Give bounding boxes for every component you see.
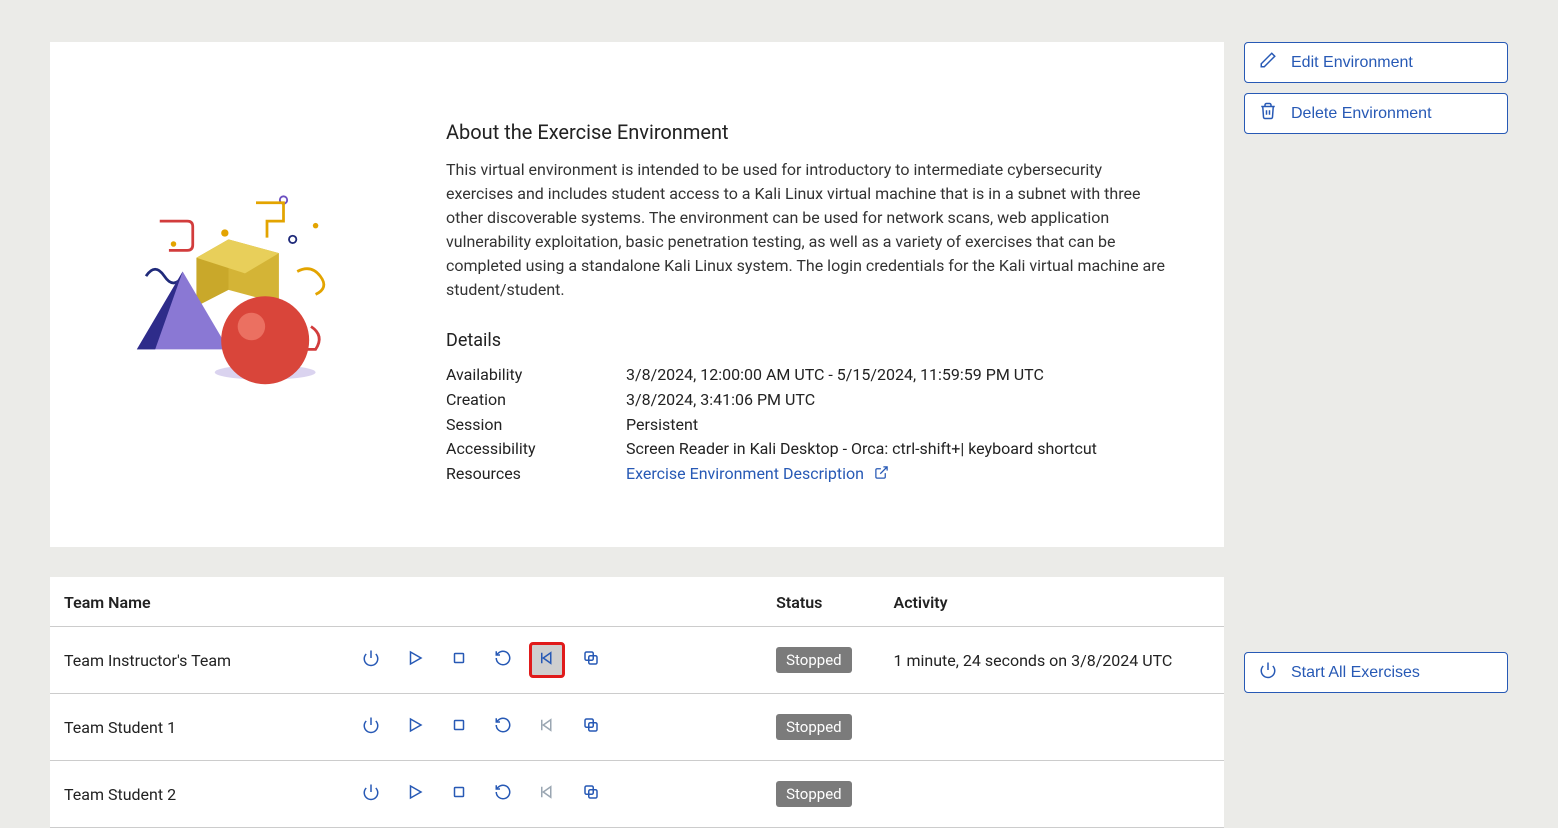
reset-button — [530, 710, 564, 744]
power-icon — [362, 716, 380, 738]
row-actions-cell — [344, 627, 767, 694]
status-cell: Stopped — [766, 694, 883, 761]
restart-icon — [494, 783, 512, 805]
team-name-cell: Team Instructor's Team — [50, 627, 344, 694]
restart-button[interactable] — [486, 710, 520, 744]
team-name-cell: Team Student 2 — [50, 761, 344, 828]
power-icon — [1259, 661, 1277, 684]
about-heading: About the Exercise Environment — [446, 120, 1168, 144]
status-cell: Stopped — [766, 627, 883, 694]
stop-button[interactable] — [442, 710, 476, 744]
stop-button[interactable] — [442, 643, 476, 677]
details-heading: Details — [446, 330, 1168, 351]
status-cell: Stopped — [766, 761, 883, 828]
detail-label: Availability — [446, 363, 626, 388]
status-badge: Stopped — [776, 714, 851, 740]
row-actions-cell — [344, 694, 767, 761]
resources-link-text: Exercise Environment Description — [626, 464, 864, 483]
detail-row-session: Session Persistent — [446, 413, 1168, 438]
teams-table-card: Team Name Status Activity Team Instructo… — [50, 577, 1224, 828]
activity-cell — [884, 694, 1224, 761]
power-button[interactable] — [354, 643, 388, 677]
detail-row-creation: Creation 3/8/2024, 3:41:06 PM UTC — [446, 388, 1168, 413]
external-link-icon — [874, 463, 889, 488]
edit-environment-button[interactable]: Edit Environment — [1244, 42, 1508, 83]
table-row: Team Instructor's Team Stopped 1 minute, 2… — [50, 627, 1224, 694]
restart-button[interactable] — [486, 777, 520, 811]
copy-icon — [582, 716, 600, 738]
power-icon — [362, 783, 380, 805]
about-card: About the Exercise Environment This virt… — [50, 42, 1224, 547]
col-actions — [344, 577, 767, 627]
pencil-icon — [1259, 51, 1277, 74]
skip-back-icon — [538, 783, 556, 805]
play-button[interactable] — [398, 710, 432, 744]
restart-icon — [494, 649, 512, 671]
detail-label: Resources — [446, 462, 626, 487]
restart-icon — [494, 716, 512, 738]
table-row: Team Student 2 Stopped — [50, 761, 1224, 828]
detail-row-availability: Availability 3/8/2024, 12:00:00 AM UTC -… — [446, 363, 1168, 388]
detail-label: Creation — [446, 388, 626, 413]
col-status: Status — [766, 577, 883, 627]
status-badge: Stopped — [776, 647, 851, 673]
detail-row-resources: Resources Exercise Environment Descripti… — [446, 462, 1168, 487]
delete-environment-label: Delete Environment — [1291, 105, 1432, 123]
delete-environment-button[interactable]: Delete Environment — [1244, 93, 1508, 134]
stop-icon — [450, 649, 468, 671]
detail-label: Session — [446, 413, 626, 438]
stop-icon — [450, 716, 468, 738]
about-description: This virtual environment is intended to … — [446, 158, 1168, 302]
power-icon — [362, 649, 380, 671]
stop-icon — [450, 783, 468, 805]
detail-label: Accessibility — [446, 437, 626, 462]
detail-value: 3/8/2024, 12:00:00 AM UTC - 5/15/2024, 1… — [626, 363, 1044, 388]
start-all-exercises-button[interactable]: Start All Exercises — [1244, 652, 1508, 693]
reset-button[interactable] — [530, 643, 564, 677]
resources-link[interactable]: Exercise Environment Description — [626, 464, 889, 483]
restart-button[interactable] — [486, 643, 520, 677]
detail-value: Screen Reader in Kali Desktop - Orca: ct… — [626, 437, 1097, 462]
edit-environment-label: Edit Environment — [1291, 54, 1413, 72]
team-name-cell: Team Student 1 — [50, 694, 344, 761]
reset-button — [530, 777, 564, 811]
detail-row-accessibility: Accessibility Screen Reader in Kali Desk… — [446, 437, 1168, 462]
play-icon — [406, 649, 424, 671]
col-activity: Activity — [884, 577, 1224, 627]
activity-cell — [884, 761, 1224, 828]
skip-back-icon — [538, 649, 556, 671]
play-button[interactable] — [398, 777, 432, 811]
skip-back-icon — [538, 716, 556, 738]
environment-illustration — [106, 90, 406, 487]
start-all-label: Start All Exercises — [1291, 664, 1420, 682]
activity-cell: 1 minute, 24 seconds on 3/8/2024 UTC — [884, 627, 1224, 694]
trash-icon — [1259, 102, 1277, 125]
play-icon — [406, 716, 424, 738]
copy-icon — [582, 783, 600, 805]
row-actions-cell — [344, 761, 767, 828]
play-button[interactable] — [398, 643, 432, 677]
power-button[interactable] — [354, 777, 388, 811]
col-team-name: Team Name — [50, 577, 344, 627]
stop-button[interactable] — [442, 777, 476, 811]
status-badge: Stopped — [776, 781, 851, 807]
copy-button[interactable] — [574, 777, 608, 811]
detail-value: 3/8/2024, 3:41:06 PM UTC — [626, 388, 815, 413]
table-row: Team Student 1 Stopped — [50, 694, 1224, 761]
play-icon — [406, 783, 424, 805]
copy-button[interactable] — [574, 643, 608, 677]
power-button[interactable] — [354, 710, 388, 744]
teams-table: Team Name Status Activity Team Instructo… — [50, 577, 1224, 828]
copy-button[interactable] — [574, 710, 608, 744]
detail-value: Persistent — [626, 413, 698, 438]
copy-icon — [582, 649, 600, 671]
